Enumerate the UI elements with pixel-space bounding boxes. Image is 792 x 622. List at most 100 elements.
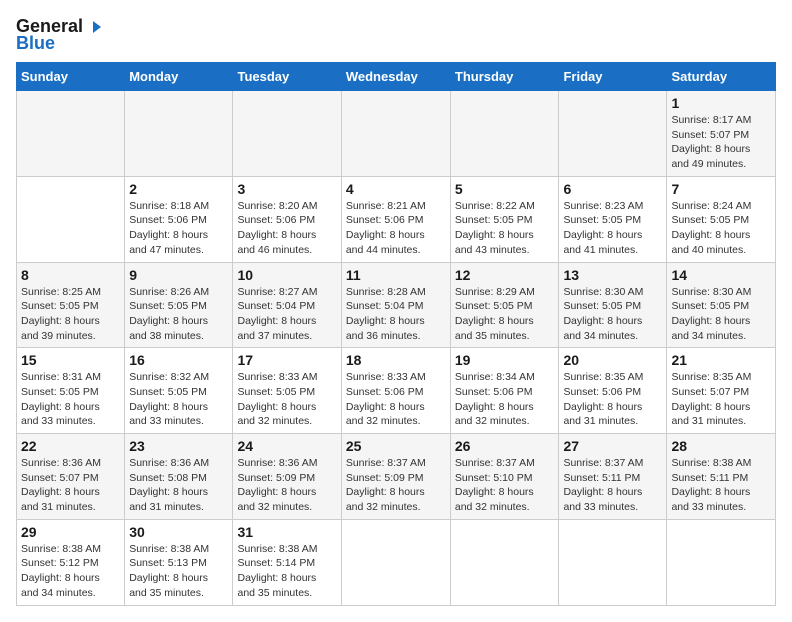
calendar-cell: 1Sunrise: 8:17 AMSunset: 5:07 PMDaylight…	[667, 91, 776, 177]
day-number: 27	[563, 438, 662, 454]
calendar-cell: 18Sunrise: 8:33 AMSunset: 5:06 PMDayligh…	[341, 348, 450, 434]
calendar-cell	[125, 91, 233, 177]
day-info: Sunrise: 8:25 AMSunset: 5:05 PMDaylight:…	[21, 285, 120, 344]
calendar-cell: 15 Sunrise: 8:31 AMSunset: 5:05 PMDayligh…	[17, 348, 125, 434]
calendar-week-2: 8 Sunrise: 8:25 AMSunset: 5:05 PMDaylight…	[17, 262, 776, 348]
day-number: 23	[129, 438, 228, 454]
calendar-header: SundayMondayTuesdayWednesdayThursdayFrid…	[17, 63, 776, 91]
day-number: 5	[455, 181, 555, 197]
day-info: Sunrise: 8:32 AMSunset: 5:05 PMDaylight:…	[129, 370, 228, 429]
day-info: Sunrise: 8:20 AMSunset: 5:06 PMDaylight:…	[237, 199, 336, 258]
day-info: Sunrise: 8:30 AMSunset: 5:05 PMDaylight:…	[671, 285, 771, 344]
calendar-cell: 10 Sunrise: 8:27 AMSunset: 5:04 PMDayligh…	[233, 262, 341, 348]
day-info: Sunrise: 8:31 AMSunset: 5:05 PMDaylight:…	[21, 370, 120, 429]
calendar-week-3: 15 Sunrise: 8:31 AMSunset: 5:05 PMDayligh…	[17, 348, 776, 434]
calendar-cell: 31Sunrise: 8:38 AMSunset: 5:14 PMDayligh…	[233, 519, 341, 605]
calendar-cell: 17 Sunrise: 8:33 AMSunset: 5:05 PMDayligh…	[233, 348, 341, 434]
calendar-cell: 30 Sunrise: 8:38 AMSunset: 5:13 PMDayligh…	[125, 519, 233, 605]
calendar-cell: 11 Sunrise: 8:28 AMSunset: 5:04 PMDayligh…	[341, 262, 450, 348]
calendar-cell	[17, 91, 125, 177]
header-row: SundayMondayTuesdayWednesdayThursdayFrid…	[17, 63, 776, 91]
column-header-wednesday: Wednesday	[341, 63, 450, 91]
day-number: 10	[237, 267, 336, 283]
day-number: 30	[129, 524, 228, 540]
calendar-week-1: 2 Sunrise: 8:18 AMSunset: 5:06 PMDaylight…	[17, 176, 776, 262]
day-info: Sunrise: 8:26 AMSunset: 5:05 PMDaylight:…	[129, 285, 228, 344]
day-number: 7	[671, 181, 771, 197]
day-number: 19	[455, 352, 555, 368]
day-number: 26	[455, 438, 555, 454]
day-number: 8	[21, 267, 120, 283]
day-info: Sunrise: 8:33 AMSunset: 5:06 PMDaylight:…	[346, 370, 446, 429]
calendar-body: 1Sunrise: 8:17 AMSunset: 5:07 PMDaylight…	[17, 91, 776, 606]
day-number: 15	[21, 352, 120, 368]
day-info: Sunrise: 8:27 AMSunset: 5:04 PMDaylight:…	[237, 285, 336, 344]
calendar-week-4: 22Sunrise: 8:36 AMSunset: 5:07 PMDayligh…	[17, 434, 776, 520]
logo: General Blue	[16, 16, 105, 54]
day-info: Sunrise: 8:28 AMSunset: 5:04 PMDaylight:…	[346, 285, 446, 344]
day-info: Sunrise: 8:33 AMSunset: 5:05 PMDaylight:…	[237, 370, 336, 429]
day-number: 17	[237, 352, 336, 368]
day-info: Sunrise: 8:34 AMSunset: 5:06 PMDaylight:…	[455, 370, 555, 429]
day-info: Sunrise: 8:23 AMSunset: 5:05 PMDaylight:…	[563, 199, 662, 258]
day-info: Sunrise: 8:38 AMSunset: 5:14 PMDaylight:…	[237, 542, 336, 601]
calendar-cell: 25Sunrise: 8:37 AMSunset: 5:09 PMDayligh…	[341, 434, 450, 520]
calendar-cell: 22Sunrise: 8:36 AMSunset: 5:07 PMDayligh…	[17, 434, 125, 520]
calendar-cell: 26 Sunrise: 8:37 AMSunset: 5:10 PMDayligh…	[450, 434, 559, 520]
day-info: Sunrise: 8:35 AMSunset: 5:06 PMDaylight:…	[563, 370, 662, 429]
day-info: Sunrise: 8:37 AMSunset: 5:10 PMDaylight:…	[455, 456, 555, 515]
column-header-friday: Friday	[559, 63, 667, 91]
calendar-cell: 6Sunrise: 8:23 AMSunset: 5:05 PMDaylight…	[559, 176, 667, 262]
calendar-cell: 24 Sunrise: 8:36 AMSunset: 5:09 PMDayligh…	[233, 434, 341, 520]
day-number: 16	[129, 352, 228, 368]
column-header-monday: Monday	[125, 63, 233, 91]
day-number: 28	[671, 438, 771, 454]
day-info: Sunrise: 8:36 AMSunset: 5:07 PMDaylight:…	[21, 456, 120, 515]
calendar-cell: 13 Sunrise: 8:30 AMSunset: 5:05 PMDayligh…	[559, 262, 667, 348]
calendar-cell: 23Sunrise: 8:36 AMSunset: 5:08 PMDayligh…	[125, 434, 233, 520]
calendar-cell: 14Sunrise: 8:30 AMSunset: 5:05 PMDayligh…	[667, 262, 776, 348]
calendar-cell: 8 Sunrise: 8:25 AMSunset: 5:05 PMDaylight…	[17, 262, 125, 348]
day-info: Sunrise: 8:38 AMSunset: 5:11 PMDaylight:…	[671, 456, 771, 515]
day-info: Sunrise: 8:21 AMSunset: 5:06 PMDaylight:…	[346, 199, 446, 258]
calendar-table: SundayMondayTuesdayWednesdayThursdayFrid…	[16, 62, 776, 606]
logo-text-block: General Blue	[16, 16, 105, 54]
calendar-cell	[450, 519, 559, 605]
logo-line2: Blue	[16, 33, 55, 54]
day-info: Sunrise: 8:37 AMSunset: 5:09 PMDaylight:…	[346, 456, 446, 515]
day-number: 21	[671, 352, 771, 368]
day-info: Sunrise: 8:38 AMSunset: 5:12 PMDaylight:…	[21, 542, 120, 601]
day-info: Sunrise: 8:18 AMSunset: 5:06 PMDaylight:…	[129, 199, 228, 258]
day-number: 11	[346, 267, 446, 283]
day-number: 24	[237, 438, 336, 454]
column-header-sunday: Sunday	[17, 63, 125, 91]
calendar-cell: 4 Sunrise: 8:21 AMSunset: 5:06 PMDaylight…	[341, 176, 450, 262]
calendar-cell	[341, 519, 450, 605]
day-info: Sunrise: 8:38 AMSunset: 5:13 PMDaylight:…	[129, 542, 228, 601]
calendar-cell	[233, 91, 341, 177]
calendar-cell: 19 Sunrise: 8:34 AMSunset: 5:06 PMDayligh…	[450, 348, 559, 434]
day-number: 12	[455, 267, 555, 283]
day-number: 13	[563, 267, 662, 283]
column-header-thursday: Thursday	[450, 63, 559, 91]
day-number: 2	[129, 181, 228, 197]
day-info: Sunrise: 8:24 AMSunset: 5:05 PMDaylight:…	[671, 199, 771, 258]
calendar-cell: 21Sunrise: 8:35 AMSunset: 5:07 PMDayligh…	[667, 348, 776, 434]
day-info: Sunrise: 8:30 AMSunset: 5:05 PMDaylight:…	[563, 285, 662, 344]
calendar-cell: 27Sunrise: 8:37 AMSunset: 5:11 PMDayligh…	[559, 434, 667, 520]
column-header-tuesday: Tuesday	[233, 63, 341, 91]
day-number: 9	[129, 267, 228, 283]
calendar-cell	[559, 91, 667, 177]
day-number: 4	[346, 181, 446, 197]
calendar-cell	[450, 91, 559, 177]
day-info: Sunrise: 8:36 AMSunset: 5:09 PMDaylight:…	[237, 456, 336, 515]
calendar-cell: 7 Sunrise: 8:24 AMSunset: 5:05 PMDaylight…	[667, 176, 776, 262]
calendar-cell: 9 Sunrise: 8:26 AMSunset: 5:05 PMDaylight…	[125, 262, 233, 348]
calendar-cell: 5 Sunrise: 8:22 AMSunset: 5:05 PMDaylight…	[450, 176, 559, 262]
day-info: Sunrise: 8:29 AMSunset: 5:05 PMDaylight:…	[455, 285, 555, 344]
logo-arrow-icon	[85, 17, 105, 37]
calendar-cell	[17, 176, 125, 262]
calendar-cell	[667, 519, 776, 605]
calendar-cell	[559, 519, 667, 605]
day-info: Sunrise: 8:22 AMSunset: 5:05 PMDaylight:…	[455, 199, 555, 258]
